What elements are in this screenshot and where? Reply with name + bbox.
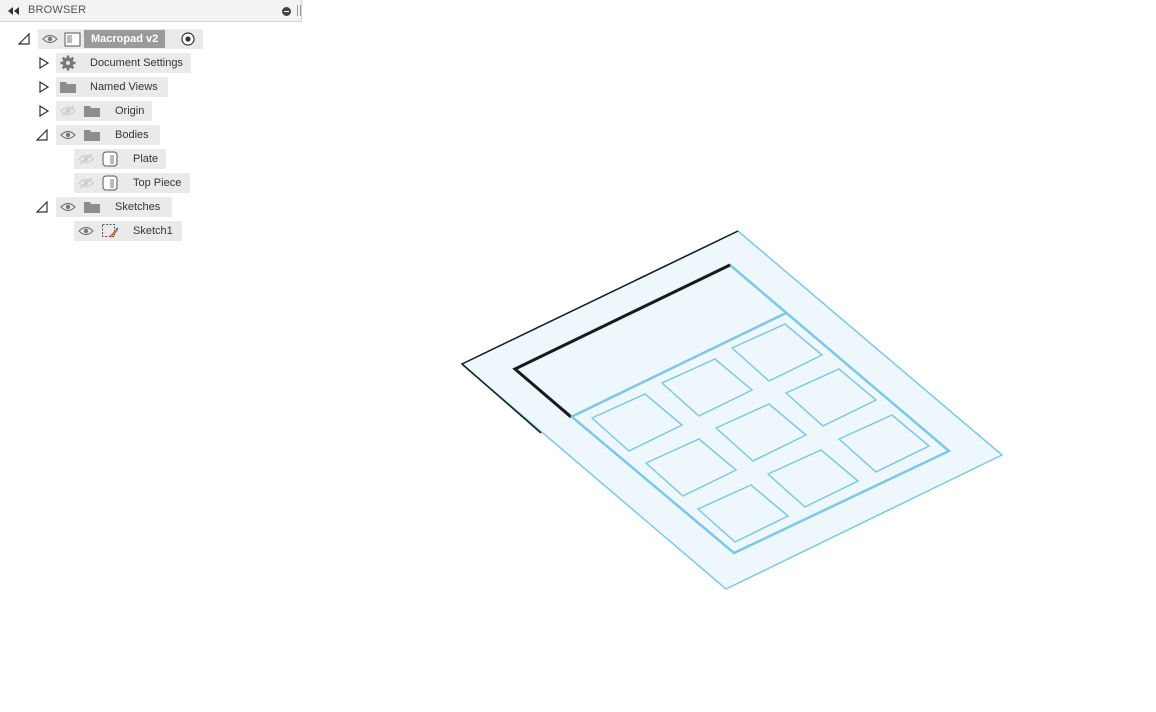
tree-item-sketches[interactable]: Sketches [36, 197, 176, 217]
eye-icon[interactable] [78, 225, 94, 237]
gear-icon [60, 55, 76, 71]
body-icon [102, 151, 118, 167]
tree-item-label: Document Settings [90, 57, 183, 69]
collapsed-triangle-icon[interactable] [38, 81, 50, 93]
tree-item-label: Named Views [90, 81, 158, 93]
eye-hidden-icon[interactable] [78, 153, 94, 165]
viewport-canvas[interactable] [0, 0, 1156, 712]
browser-panel-header: BROWSER [0, 0, 302, 22]
tree-item-label: Sketches [115, 201, 161, 213]
sketch-icon [102, 224, 119, 238]
tree-item-sketch1[interactable]: Sketch1 [74, 221, 184, 241]
expanded-triangle-icon[interactable] [36, 129, 48, 141]
resize-grip-icon[interactable] [297, 5, 301, 16]
collapsed-triangle-icon[interactable] [38, 105, 50, 117]
tree-item-label: Top Piece [133, 177, 182, 189]
folder-icon [84, 106, 100, 117]
activate-radio-icon[interactable] [180, 31, 196, 47]
eye-hidden-icon[interactable] [78, 177, 94, 189]
expanded-triangle-icon[interactable] [36, 201, 48, 213]
collapsed-triangle-icon[interactable] [38, 57, 50, 69]
eye-icon[interactable] [60, 201, 76, 213]
folder-icon [84, 130, 100, 141]
expanded-triangle-icon[interactable] [18, 33, 30, 45]
tree-item-plate[interactable]: Plate [74, 149, 174, 169]
eye-hidden-icon[interactable] [60, 105, 76, 117]
folder-icon [84, 202, 100, 213]
minimize-icon[interactable] [282, 7, 291, 16]
eye-icon[interactable] [60, 129, 76, 141]
folder-icon [60, 82, 76, 93]
tree-item-label: Bodies [115, 129, 149, 141]
tree-item-label: Origin [115, 105, 145, 117]
tree-item-label: Plate [133, 153, 159, 165]
tree-item-document-settings[interactable]: Document Settings [36, 53, 196, 73]
tree-item-bodies[interactable]: Bodies [36, 125, 166, 145]
component-icon [64, 32, 81, 47]
eye-icon[interactable] [42, 33, 58, 45]
tree-item-origin[interactable]: Origin [36, 101, 156, 121]
collapse-panel-icon[interactable] [6, 5, 20, 17]
tree-item-named-views[interactable]: Named Views [36, 77, 176, 97]
tree-root-row[interactable]: Macropad v2 [18, 29, 208, 49]
tree-item-top-piece[interactable]: Top Piece [74, 173, 194, 193]
browser-title: BROWSER [28, 4, 87, 16]
root-component-label[interactable]: Macropad v2 [84, 30, 166, 48]
tree-item-label: Sketch1 [133, 225, 173, 237]
body-icon [102, 175, 118, 191]
